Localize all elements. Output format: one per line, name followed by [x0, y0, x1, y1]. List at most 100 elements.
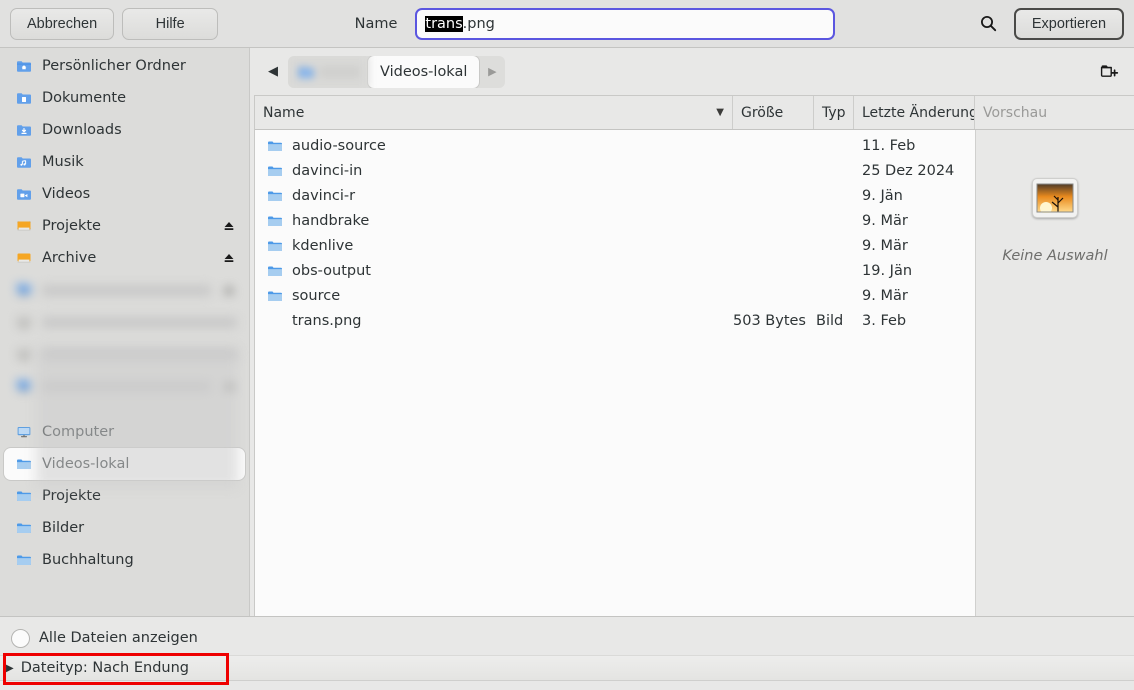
- dialog-body: Persönlicher Ordner Dokumente Downloads: [0, 48, 1134, 616]
- sidebar-item-network-redacted-1[interactable]: [0, 274, 249, 306]
- sidebar-item-documents[interactable]: Dokumente: [0, 82, 249, 114]
- sidebar-item-videos-lokal[interactable]: Videos-lokal: [0, 448, 249, 480]
- eject-icon[interactable]: [221, 282, 237, 298]
- file-list[interactable]: audio-source 11. Feb davinci-in 25 Dez 2…: [255, 130, 975, 616]
- breadcrumb-item-label: Videos-lokal: [380, 63, 468, 80]
- column-header-name[interactable]: Name ▼: [255, 96, 733, 129]
- sidebar-item-label: [42, 348, 237, 360]
- file-modified: 19. Jän: [862, 262, 913, 279]
- column-header-preview: Vorschau: [975, 96, 1134, 129]
- bookmark-folder-icon: [16, 488, 32, 504]
- folder-icon: [267, 263, 283, 279]
- sidebar-item-buchhaltung[interactable]: Buchhaltung: [0, 544, 249, 576]
- footer-bar: Alle Dateien anzeigen ▶ Dateityp: Nach E…: [0, 616, 1134, 690]
- search-icon[interactable]: [972, 7, 1006, 41]
- sidebar-item-label: Archive: [42, 250, 97, 266]
- name-field-label: Name: [354, 15, 398, 32]
- file-modified: 9. Mär: [862, 287, 908, 304]
- file-name: davinci-r: [292, 187, 356, 204]
- sidebar-item-drive-projekte[interactable]: Projekte: [0, 210, 249, 242]
- sidebar-item-network-redacted-4[interactable]: [0, 370, 249, 402]
- sidebar-item-network-redacted-2[interactable]: [0, 306, 249, 338]
- breadcrumb-item-home[interactable]: [288, 55, 368, 88]
- sidebar-item-label: Videos-lokal: [42, 456, 130, 472]
- table-row[interactable]: kdenlive 9. Mär: [255, 233, 975, 258]
- file-size: 503 Bytes: [733, 312, 806, 329]
- network-folder-icon: [16, 282, 32, 298]
- sidebar-item-label: [42, 284, 211, 296]
- file-name: obs-output: [292, 262, 371, 279]
- folder-icon: [267, 138, 283, 154]
- preview-pane: Keine Auswahl: [975, 130, 1134, 616]
- filename-input[interactable]: trans .png: [415, 7, 836, 40]
- sidebar-item-bilder[interactable]: Bilder: [0, 512, 249, 544]
- breadcrumb-item-label: [320, 66, 360, 77]
- sidebar-item-music[interactable]: Musik: [0, 146, 249, 178]
- breadcrumb: Videos-lokal ▶: [288, 55, 506, 88]
- column-header-size[interactable]: Größe: [733, 96, 814, 129]
- file-name: kdenlive: [292, 237, 354, 254]
- table-row[interactable]: davinci-in 25 Dez 2024: [255, 158, 975, 183]
- file-modified: 9. Jän: [862, 187, 903, 204]
- sidebar-item-label: Dokumente: [42, 90, 127, 106]
- table-row[interactable]: trans.png 503 Bytes Bild 3. Feb: [255, 308, 975, 333]
- file-table: Name ▼ Größe Typ Letzte Änderung Vorscha…: [254, 95, 1134, 616]
- sidebar-item-downloads[interactable]: Downloads: [0, 114, 249, 146]
- file-table-header: Name ▼ Größe Typ Letzte Änderung Vorscha…: [255, 96, 1134, 130]
- cancel-button[interactable]: Abbrechen: [10, 7, 115, 40]
- sidebar-item-projekte[interactable]: Projekte: [0, 480, 249, 512]
- sidebar-item-label: Videos: [42, 186, 91, 202]
- file-name-cell: source: [255, 288, 733, 304]
- filename-selected-text: trans: [425, 15, 463, 32]
- eject-icon[interactable]: [221, 378, 237, 394]
- new-folder-icon[interactable]: [1092, 55, 1126, 89]
- file-name-cell: handbrake: [255, 213, 733, 229]
- sidebar-item-label: [42, 380, 211, 392]
- column-header-label: Letzte Änderung: [862, 104, 975, 121]
- file-name-cell: obs-output: [255, 263, 733, 279]
- folder-icon: [267, 238, 283, 254]
- file-modified: 11. Feb: [862, 137, 916, 154]
- triangle-left-icon[interactable]: ◀: [260, 57, 286, 87]
- column-header-type[interactable]: Typ: [814, 96, 854, 129]
- column-header-label: Typ: [822, 104, 846, 121]
- eject-icon[interactable]: [221, 250, 237, 266]
- export-button[interactable]: Exportieren: [1013, 7, 1125, 40]
- show-all-files-checkbox[interactable]: [11, 628, 30, 648]
- triangle-right-icon[interactable]: ▶: [479, 56, 505, 88]
- column-header-modified[interactable]: Letzte Änderung: [854, 96, 975, 129]
- sidebar-item-drive-archive[interactable]: Archive: [0, 242, 249, 274]
- breadcrumb-item-current[interactable]: Videos-lokal: [368, 55, 480, 88]
- triangle-right-icon: ▶: [6, 662, 14, 674]
- folder-icon: [267, 163, 283, 179]
- places-sidebar[interactable]: Persönlicher Ordner Dokumente Downloads: [0, 48, 250, 616]
- home-folder-icon: [16, 58, 32, 74]
- table-row[interactable]: davinci-r 9. Jän: [255, 183, 975, 208]
- file-name-cell: trans.png: [255, 313, 733, 329]
- sidebar-item-label: [42, 316, 237, 328]
- sidebar-item-network-redacted-3[interactable]: [0, 338, 249, 370]
- folder-icon: [267, 213, 283, 229]
- drive-icon: [16, 218, 32, 234]
- table-row[interactable]: handbrake 9. Mär: [255, 208, 975, 233]
- sidebar-item-label: Bilder: [42, 520, 85, 536]
- show-all-files-label: Alle Dateien anzeigen: [39, 630, 198, 646]
- table-row[interactable]: source 9. Mär: [255, 283, 975, 308]
- network-folder-icon: [16, 378, 32, 394]
- file-type: Bild: [816, 312, 844, 329]
- sidebar-item-label: Projekte: [42, 218, 101, 234]
- show-all-files-row[interactable]: Alle Dateien anzeigen: [0, 625, 1134, 651]
- help-button[interactable]: Hilfe: [122, 7, 219, 40]
- sidebar-item-home[interactable]: Persönlicher Ordner: [0, 50, 249, 82]
- table-row[interactable]: obs-output 19. Jän: [255, 258, 975, 283]
- table-row[interactable]: audio-source 11. Feb: [255, 133, 975, 158]
- sidebar-item-computer[interactable]: Computer: [0, 416, 249, 448]
- filetype-expander[interactable]: ▶ Dateityp: Nach Endung: [0, 655, 1134, 681]
- file-name: trans.png: [292, 312, 362, 329]
- folder-icon: [267, 288, 283, 304]
- eject-icon[interactable]: [221, 218, 237, 234]
- computer-icon: [16, 424, 32, 440]
- sidebar-item-videos[interactable]: Videos: [0, 178, 249, 210]
- drive-icon: [16, 250, 32, 266]
- bookmark-folder-icon: [16, 552, 32, 568]
